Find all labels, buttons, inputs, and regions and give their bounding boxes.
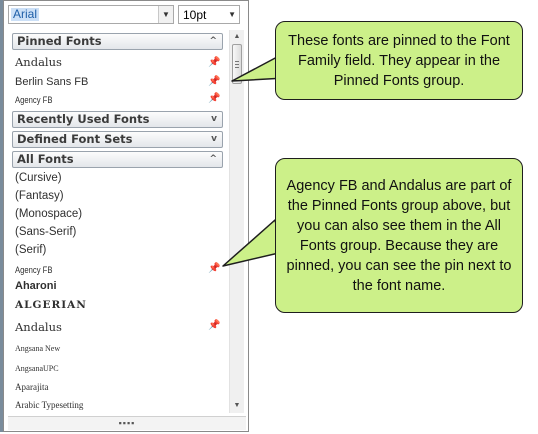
resize-grip[interactable]: ▪▪▪▪: [8, 416, 246, 430]
callout-pinned-fonts: These fonts are pinned to the Font Famil…: [275, 21, 523, 100]
font-family-combobox[interactable]: Arial ▼: [8, 5, 174, 24]
pin-icon[interactable]: 📌: [208, 320, 220, 331]
list-item[interactable]: AngsanaUPC: [15, 364, 220, 373]
pin-icon[interactable]: 📌: [208, 57, 220, 68]
font-size-combobox[interactable]: 10pt ▼: [178, 5, 240, 24]
group-header-label: Recently Used Fonts: [17, 112, 150, 126]
group-header-defined-font-sets[interactable]: Defined Font Sets v: [12, 131, 223, 148]
font-size-value[interactable]: 10pt: [183, 8, 206, 22]
chevron-up-icon[interactable]: ^: [209, 152, 217, 167]
list-item[interactable]: (Cursive): [15, 172, 220, 184]
font-name: Andalus: [15, 320, 62, 334]
group-header-pinned-fonts[interactable]: Pinned Fonts ^: [12, 33, 223, 50]
list-item[interactable]: Agency FB: [15, 265, 189, 275]
chevron-down-icon[interactable]: v: [211, 112, 217, 127]
scrollbar-thumb[interactable]: [232, 44, 242, 84]
group-header-recently-used-fonts[interactable]: Recently Used Fonts v: [12, 111, 223, 128]
list-item[interactable]: Angsana New: [15, 344, 220, 353]
font-name: Aharoni: [15, 280, 57, 292]
pin-icon[interactable]: 📌: [208, 263, 220, 274]
font-name: Agency FB: [15, 265, 53, 275]
font-name: AngsanaUPC: [15, 364, 59, 373]
font-family-value[interactable]: Arial: [11, 8, 40, 21]
font-name: Andalus: [15, 55, 62, 69]
scroll-down-icon[interactable]: ▼: [230, 399, 244, 413]
list-item[interactable]: ALGERIAN: [15, 299, 220, 311]
chevron-up-icon[interactable]: ^: [209, 34, 217, 49]
pin-icon[interactable]: 📌: [208, 93, 220, 104]
list-item[interactable]: (Serif): [15, 244, 220, 256]
vertical-scrollbar[interactable]: ▲ ▼: [229, 30, 244, 413]
chevron-down-icon[interactable]: v: [211, 132, 217, 147]
list-item[interactable]: Agency FB: [15, 95, 189, 105]
group-header-label: Defined Font Sets: [17, 132, 133, 146]
scroll-up-icon[interactable]: ▲: [230, 30, 244, 44]
font-name: ALGERIAN: [15, 299, 87, 311]
callout-all-fonts: Agency FB and Andalus are part of the Pi…: [275, 158, 523, 313]
font-dropdown-panel: Arial ▼ 10pt ▼ Pinned Fonts ^ Andalus 📌 …: [3, 0, 249, 432]
font-name: Berlin Sans FB: [15, 76, 89, 88]
font-name: Agency FB: [15, 95, 53, 105]
list-item[interactable]: (Monospace): [15, 208, 220, 220]
font-name: Angsana New: [15, 344, 61, 353]
list-item[interactable]: (Sans-Serif): [15, 226, 220, 238]
list-item[interactable]: Aharoni: [15, 280, 220, 292]
font-list: Pinned Fonts ^ Andalus 📌 Berlin Sans FB …: [9, 30, 227, 413]
callout-text: Agency FB and Andalus are part of the Pi…: [286, 177, 512, 294]
callout-text: These fonts are pinned to the Font Famil…: [288, 32, 510, 89]
list-item[interactable]: Aparajita: [15, 382, 220, 392]
font-name: (Monospace): [15, 208, 83, 220]
font-name: (Cursive): [15, 172, 62, 184]
list-item[interactable]: Arabic Typesetting: [15, 400, 220, 410]
group-header-label: Pinned Fonts: [17, 34, 102, 48]
chevron-down-icon[interactable]: ▼: [228, 6, 236, 23]
font-name: (Sans-Serif): [15, 226, 77, 238]
list-item[interactable]: Andalus: [15, 55, 220, 69]
font-name: Arabic Typesetting: [15, 400, 84, 410]
list-item[interactable]: Andalus: [15, 320, 220, 334]
font-name: Aparajita: [15, 382, 49, 392]
list-item[interactable]: (Fantasy): [15, 190, 220, 202]
group-header-label: All Fonts: [17, 152, 74, 166]
font-name: (Serif): [15, 244, 47, 256]
list-item[interactable]: Berlin Sans FB: [15, 76, 220, 88]
pin-icon[interactable]: 📌: [208, 76, 220, 87]
font-name: (Fantasy): [15, 190, 64, 202]
chevron-down-icon[interactable]: ▼: [158, 6, 173, 23]
group-header-all-fonts[interactable]: All Fonts ^: [12, 151, 223, 168]
